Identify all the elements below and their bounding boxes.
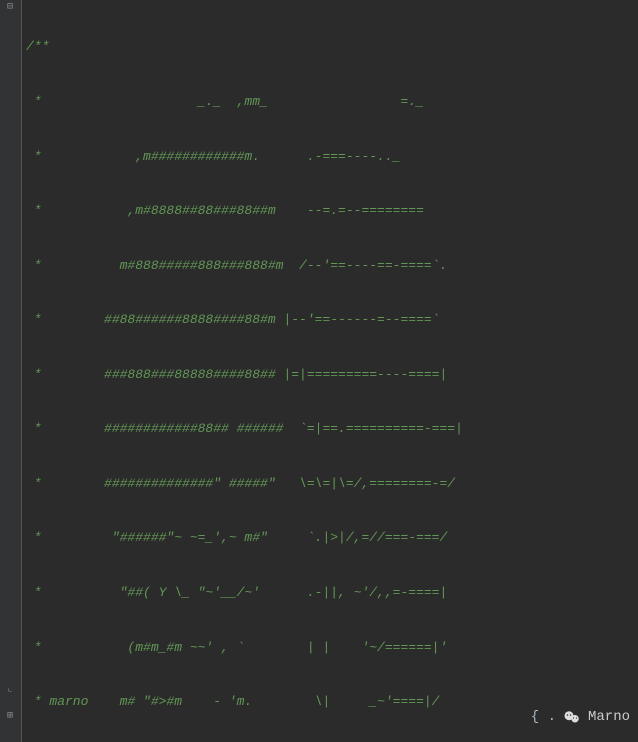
comment-line: * (m#m_#m ~~' , ` | | '~/======|' (26, 639, 634, 657)
comment-line: * _._ ,mm_ =._ (26, 93, 634, 111)
fold-collapse-icon[interactable]: ⊟ (4, 2, 16, 14)
comment-line: * ###888###88888####88## |=|=========---… (26, 366, 634, 384)
wechat-icon (560, 708, 584, 728)
comment-line: * ############88## ###### `=|==.========… (26, 420, 634, 438)
comment-line: * ##88######8888####88#m |--'==------=--… (26, 311, 634, 329)
code-editor: ⊟ ⌞ ⊞ /** * _._ ,mm_ =._ * ,m###########… (0, 0, 638, 742)
comment-open: /** (26, 38, 634, 56)
comment-line: * ,m############m. .-===----.._ (26, 148, 634, 166)
comment-line: * m#888#####888###888#m /--'==----==-===… (26, 257, 634, 275)
comment-line: * ##############" #####" \=\=|\=/,======… (26, 475, 634, 493)
watermark-label: Marno (588, 708, 630, 728)
gutter: ⊟ ⌞ ⊞ (0, 0, 22, 742)
comment-line: * "######"~ ~=_',~ m#" `.|>|/,=//===-===… (26, 529, 634, 547)
code-area[interactable]: /** * _._ ,mm_ =._ * ,m############m. .-… (22, 0, 638, 742)
fold-expand-icon[interactable]: ⊞ (4, 711, 16, 723)
fold-end-icon[interactable]: ⌞ (4, 684, 16, 696)
watermark: { . Marno (531, 708, 630, 728)
comment-line: * "##( Y \_ "~'__/~' .-||, ~'/,,=-====| (26, 584, 634, 602)
comment-line: * ,m#8888##88###88##m --=.=--======== (26, 202, 634, 220)
brace-decoration: { . (531, 708, 556, 728)
